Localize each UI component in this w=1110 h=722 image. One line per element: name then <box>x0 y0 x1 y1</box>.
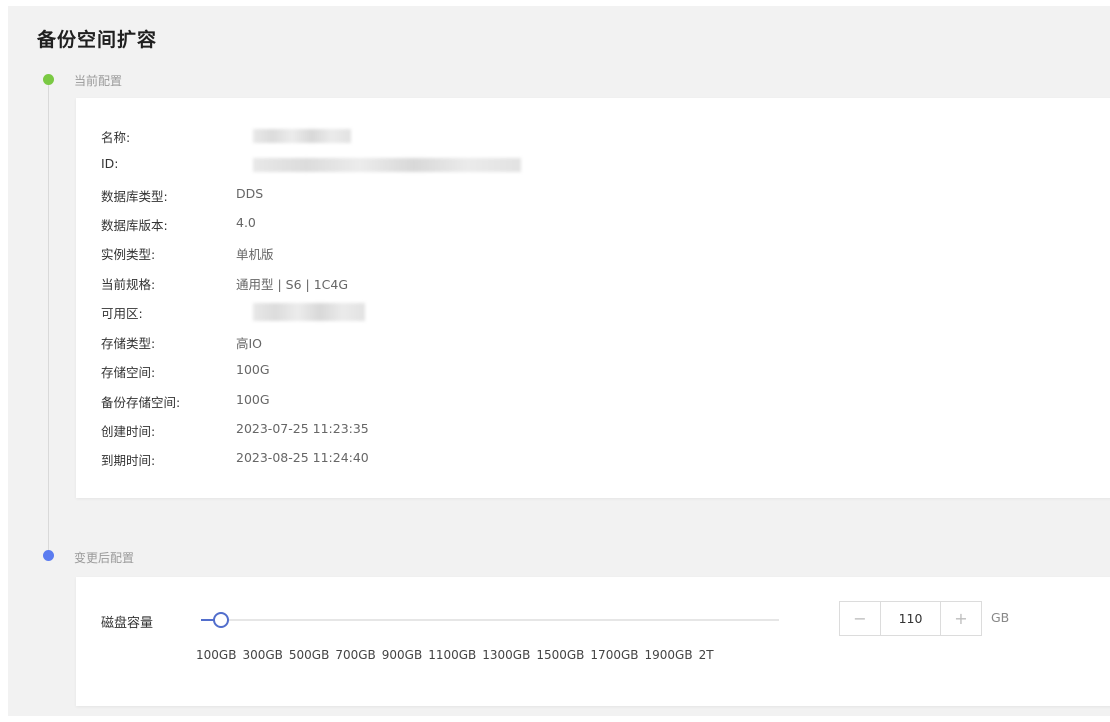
info-value-instance-type: 单机版 <box>236 247 274 262</box>
decrement-button[interactable]: − <box>840 602 881 635</box>
step-label-after: 变更后配置 <box>74 551 135 565</box>
tick-label: 100GB <box>196 648 237 662</box>
info-value-storage-type: 高IO <box>236 336 263 351</box>
info-key-instance-type: 实例类型: <box>101 247 156 262</box>
tick-label: 1500GB <box>536 648 585 662</box>
info-value-expire-time: 2023-08-25 11:24:40 <box>236 450 369 465</box>
info-key-storage-type: 存储类型: <box>101 336 156 351</box>
after-config-card: 磁盘容量 100GB 300GB 500GB 700GB 900GB 1100GB 1300… <box>76 577 1110 706</box>
capacity-slider-handle[interactable] <box>213 612 229 628</box>
page-title: 备份空间扩容 <box>37 29 158 51</box>
info-value-db-type: DDS <box>236 186 264 201</box>
redacted-name <box>253 129 351 143</box>
info-key-name: 名称: <box>101 130 131 145</box>
info-key-id: ID: <box>101 156 119 171</box>
current-config-card: 名称: ID: 数据库类型: DDS 数据库版本: 4.0 实例类型: 单机版 … <box>76 98 1110 498</box>
info-key-created-time: 创建时间: <box>101 424 156 439</box>
disk-capacity-label: 磁盘容量 <box>101 616 154 631</box>
info-key-db-type: 数据库类型: <box>101 189 168 204</box>
step-dot-after <box>43 550 54 561</box>
unit-label: GB <box>991 610 1010 625</box>
tick-label: 1300GB <box>482 648 531 662</box>
info-key-zone: 可用区: <box>101 306 143 321</box>
slider-tick-labels: 100GB 300GB 500GB 700GB 900GB 1100GB 1300GB 150… <box>196 648 720 662</box>
tick-label: 500GB <box>288 648 330 662</box>
info-value-storage-space: 100G <box>236 362 270 377</box>
tick-label: 1900GB <box>644 648 693 662</box>
info-key-storage-space: 存储空间: <box>101 365 156 380</box>
info-key-backup-space: 备份存储空间: <box>101 395 181 410</box>
redacted-zone <box>253 303 365 321</box>
info-key-expire-time: 到期时间: <box>101 453 156 468</box>
tick-label: 1100GB <box>428 648 477 662</box>
info-key-spec: 当前规格: <box>101 277 156 292</box>
tick-label: 1700GB <box>590 648 639 662</box>
capacity-slider-track[interactable] <box>201 619 779 621</box>
capacity-stepper: − 110 + <box>839 601 982 636</box>
capacity-input[interactable]: 110 <box>881 602 940 635</box>
redacted-id <box>253 158 521 172</box>
tick-label: 700GB <box>335 648 376 662</box>
step-label-current: 当前配置 <box>74 74 123 88</box>
increment-button[interactable]: + <box>940 602 981 635</box>
info-value-db-version: 4.0 <box>236 215 256 230</box>
step-dot-current <box>43 74 54 85</box>
tick-label: 900GB <box>381 648 423 662</box>
page-background: 备份空间扩容 当前配置 名称: ID: 数据库类型: DDS 数据库版本: 4.… <box>8 6 1110 716</box>
info-key-db-version: 数据库版本: <box>101 218 168 233</box>
info-value-backup-space: 100G <box>236 392 270 407</box>
tick-label: 2T <box>698 648 714 662</box>
info-value-created-time: 2023-07-25 11:23:35 <box>236 421 369 436</box>
timeline-line <box>48 79 49 557</box>
tick-label: 300GB <box>242 648 283 662</box>
info-value-spec: 通用型 | S6 | 1C4G <box>236 277 349 292</box>
